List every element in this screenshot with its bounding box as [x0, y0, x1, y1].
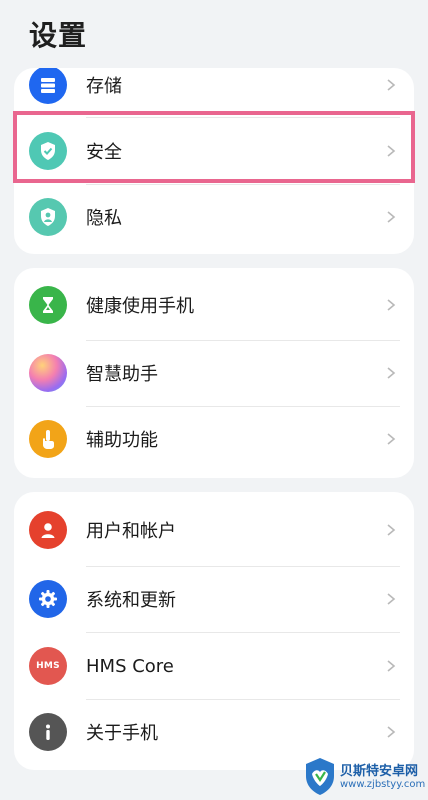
hms-icon-text: HMS — [36, 661, 60, 671]
settings-item-smart-assistant[interactable]: 智慧助手 — [14, 340, 414, 406]
settings-item-digital-balance[interactable]: 健康使用手机 — [14, 272, 414, 338]
settings-group-system: 用户和帐户 系统和更新 HMS HMS Core 关于手机 — [14, 492, 414, 770]
storage-icon — [29, 68, 67, 104]
hourglass-icon — [29, 286, 67, 324]
settings-item-label: 系统和更新 — [86, 590, 176, 611]
settings-item-label: 健康使用手机 — [86, 296, 194, 317]
watermark-title: 贝斯特安卓网 — [340, 764, 419, 779]
privacy-shield-icon — [29, 198, 67, 236]
assistant-orb-icon — [29, 354, 67, 392]
settings-item-users-accounts[interactable]: 用户和帐户 — [14, 497, 414, 563]
settings-item-hms-core[interactable]: HMS HMS Core — [14, 633, 414, 699]
settings-item-privacy[interactable]: 隐私 — [14, 184, 414, 250]
page-title: 设置 — [29, 19, 88, 52]
user-icon — [29, 511, 67, 549]
chevron-right-icon — [387, 433, 396, 445]
settings-item-label: HMS Core — [86, 655, 174, 677]
settings-item-label: 隐私 — [86, 208, 122, 229]
watermark-url: www.zjbstyy.com — [340, 779, 426, 790]
settings-item-label: 辅助功能 — [86, 430, 158, 451]
watermark: 贝斯特安卓网 www.zjbstyy.com — [300, 752, 428, 800]
settings-item-label: 智慧助手 — [86, 364, 158, 385]
info-icon — [29, 713, 67, 751]
settings-item-label: 存储 — [86, 76, 122, 97]
settings-item-accessibility[interactable]: 辅助功能 — [14, 406, 414, 472]
chevron-right-icon — [387, 367, 396, 379]
chevron-right-icon — [387, 299, 396, 311]
chevron-right-icon — [387, 79, 396, 91]
settings-item-system-updates[interactable]: 系统和更新 — [14, 566, 414, 632]
gear-icon — [29, 580, 67, 618]
chevron-right-icon — [387, 211, 396, 223]
chevron-right-icon — [387, 593, 396, 605]
hand-pointer-icon — [29, 420, 67, 458]
highlight-box — [13, 111, 415, 183]
hms-logo-icon: HMS — [29, 647, 67, 685]
settings-item-label: 关于手机 — [86, 723, 158, 744]
chevron-right-icon — [387, 524, 396, 536]
settings-item-label: 用户和帐户 — [86, 521, 176, 542]
settings-group-assist: 健康使用手机 智慧助手 辅助功能 — [14, 268, 414, 478]
chevron-right-icon — [387, 726, 396, 738]
watermark-logo-icon — [306, 758, 334, 795]
chevron-right-icon — [387, 660, 396, 672]
